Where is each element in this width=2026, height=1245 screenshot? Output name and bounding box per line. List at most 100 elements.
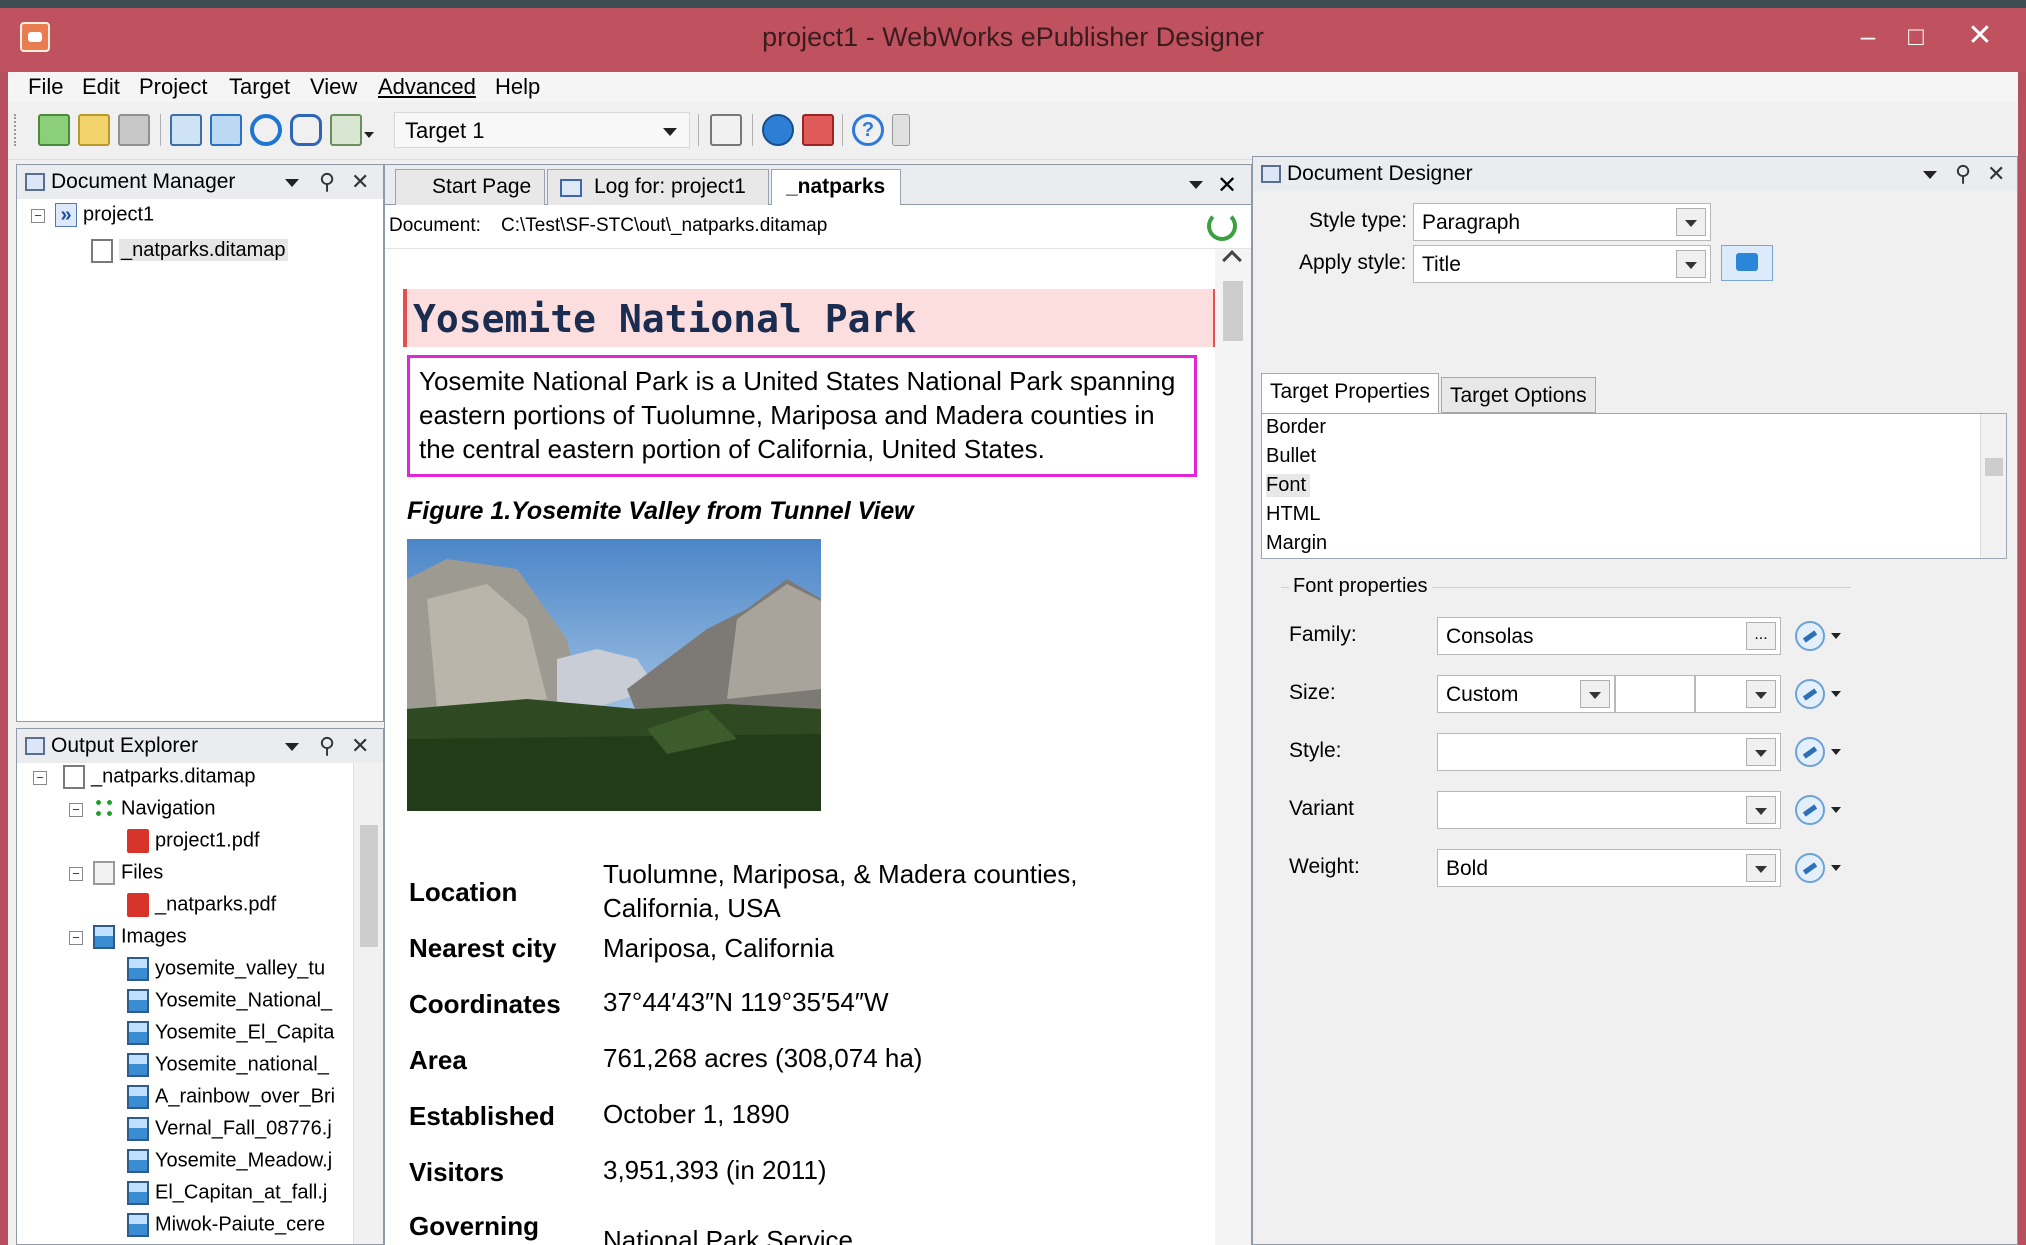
output-tree-item[interactable]: Navigation — [93, 797, 216, 821]
new-project-icon[interactable] — [38, 114, 70, 146]
apply-style-button[interactable] — [1721, 245, 1773, 281]
font-style-select[interactable] — [1437, 733, 1781, 771]
output-tree-item[interactable]: Yosemite_El_Capita — [127, 1021, 334, 1045]
tree-item-ditamap[interactable]: _natparks.ditamap — [91, 239, 288, 263]
inherit-menu-icon[interactable] — [1831, 749, 1841, 755]
close-window-button[interactable]: ✕ — [1960, 18, 2000, 54]
tree-item-project[interactable]: » project1 — [55, 203, 154, 227]
panel-menu-icon[interactable] — [285, 743, 299, 751]
collapse-icon[interactable]: − — [31, 209, 45, 223]
property-border[interactable]: Border — [1266, 416, 1326, 439]
edit-dropdown-icon[interactable] — [364, 132, 374, 138]
title-bar[interactable]: project1 - WebWorks ePublisher Designer … — [0, 8, 2026, 72]
collapse-icon[interactable]: − — [69, 931, 83, 945]
property-font[interactable]: Font — [1266, 474, 1311, 497]
menu-edit[interactable]: Edit — [82, 74, 120, 100]
scrollbar-thumb[interactable] — [1223, 281, 1243, 341]
panel-menu-icon[interactable] — [1923, 171, 1937, 179]
collapse-icon[interactable]: − — [33, 771, 47, 785]
apply-style-select[interactable]: Title — [1413, 245, 1711, 283]
toolbar-grip[interactable] — [14, 114, 16, 146]
menu-advanced[interactable]: Advanced — [378, 74, 476, 100]
collapse-icon[interactable]: − — [69, 867, 83, 881]
inherit-menu-icon[interactable] — [1831, 633, 1841, 639]
collapse-icon[interactable]: − — [69, 803, 83, 817]
menu-view[interactable]: View — [310, 74, 357, 100]
browse-button[interactable]: ... — [1746, 622, 1776, 650]
property-list-scrollbar[interactable] — [1980, 414, 2006, 558]
menu-target[interactable]: Target — [229, 74, 290, 100]
tab-start-page[interactable]: Start Page — [395, 169, 545, 205]
pin-icon[interactable]: ⚲ — [1955, 161, 1971, 187]
target-select[interactable]: Target 1 — [394, 112, 690, 148]
intro-paragraph[interactable]: Yosemite National Park is a United State… — [407, 355, 1197, 477]
pin-icon[interactable]: ⚲ — [319, 733, 335, 759]
property-html[interactable]: HTML — [1266, 503, 1320, 526]
output-tree-item[interactable]: yosemite_valley_tu — [127, 957, 325, 981]
menu-help[interactable]: Help — [495, 74, 540, 100]
menu-file[interactable]: File — [28, 74, 63, 100]
help-icon[interactable]: ? — [852, 114, 884, 146]
search-icon[interactable] — [170, 114, 202, 146]
inherit-icon[interactable] — [1795, 853, 1825, 883]
scroll-up-icon[interactable] — [1222, 250, 1242, 270]
output-scrollbar[interactable] — [353, 763, 383, 1244]
font-size-unit-select[interactable] — [1695, 675, 1781, 713]
close-icon[interactable]: ✕ — [351, 169, 369, 195]
output-tree-item[interactable]: Yosemite_Meadow.j — [127, 1149, 332, 1173]
output-tree-item[interactable]: _natparks.ditamap — [63, 765, 256, 789]
generate-icon[interactable] — [290, 114, 322, 146]
close-icon[interactable]: ✕ — [351, 733, 369, 759]
inherit-menu-icon[interactable] — [1831, 807, 1841, 813]
output-tree-item[interactable]: Miwok-Paiute_cere — [127, 1213, 325, 1237]
gear-icon[interactable] — [250, 114, 282, 146]
inherit-menu-icon[interactable] — [1831, 865, 1841, 871]
inherit-icon[interactable] — [1795, 679, 1825, 709]
font-weight-select[interactable]: Bold — [1437, 849, 1781, 887]
font-variant-select[interactable] — [1437, 791, 1781, 829]
preview-icon[interactable] — [210, 114, 242, 146]
tab-target-options[interactable]: Target Options — [1441, 377, 1596, 413]
refresh-icon[interactable] — [1207, 211, 1237, 241]
output-tree-item[interactable]: El_Capitan_at_fall.j — [127, 1181, 327, 1205]
output-tree-item[interactable]: Files — [93, 861, 163, 885]
font-size-number-input[interactable] — [1615, 675, 1695, 713]
output-tree-item[interactable]: A_rainbow_over_Bri — [127, 1085, 335, 1109]
menu-project[interactable]: Project — [139, 74, 207, 100]
style-type-select[interactable]: Paragraph — [1413, 203, 1711, 241]
report-icon[interactable] — [710, 114, 742, 146]
inherit-icon[interactable] — [1795, 737, 1825, 767]
property-bullet[interactable]: Bullet — [1266, 445, 1316, 468]
scrollbar-thumb[interactable] — [360, 825, 378, 947]
tab-target-properties[interactable]: Target Properties — [1261, 373, 1439, 413]
panel-menu-icon[interactable] — [285, 179, 299, 187]
font-family-field[interactable]: Consolas ... — [1437, 617, 1781, 655]
inherit-menu-icon[interactable] — [1831, 691, 1841, 697]
inherit-icon[interactable] — [1795, 621, 1825, 651]
document-title-block[interactable]: Yosemite National Park — [403, 289, 1215, 347]
pin-icon[interactable]: ⚲ — [319, 169, 335, 195]
output-tree-item[interactable]: Images — [93, 925, 187, 949]
output-tree-item[interactable]: Vernal_Fall_08776.j — [127, 1117, 332, 1141]
close-icon[interactable]: ✕ — [1987, 161, 2005, 187]
output-tree-item[interactable]: _natparks.pdf — [127, 893, 276, 917]
close-tab-icon[interactable]: ✕ — [1217, 171, 1237, 200]
edit-icon[interactable] — [330, 114, 362, 146]
tools-icon[interactable] — [802, 114, 834, 146]
maximize-button[interactable]: □ — [1896, 18, 1936, 54]
editor-scrollbar[interactable] — [1215, 249, 1251, 1245]
tab-list-icon[interactable] — [1189, 181, 1203, 189]
globe-icon[interactable] — [762, 114, 794, 146]
inherit-icon[interactable] — [1795, 795, 1825, 825]
minimize-button[interactable]: – — [1848, 18, 1888, 54]
output-tree-item[interactable]: project1.pdf — [127, 829, 260, 853]
tab-natparks[interactable]: _natparks — [771, 169, 901, 206]
font-size-select[interactable]: Custom — [1437, 675, 1615, 713]
output-tree-item[interactable]: Yosemite_national_ — [127, 1053, 329, 1077]
output-tree-item[interactable]: Yosemite_National_ — [127, 989, 332, 1013]
property-margin[interactable]: Margin — [1266, 532, 1327, 555]
toolbar-overflow-icon[interactable] — [892, 114, 910, 146]
tab-log[interactable]: Log for: project1 — [547, 169, 769, 205]
open-folder-icon[interactable] — [78, 114, 110, 146]
save-icon[interactable] — [118, 114, 150, 146]
